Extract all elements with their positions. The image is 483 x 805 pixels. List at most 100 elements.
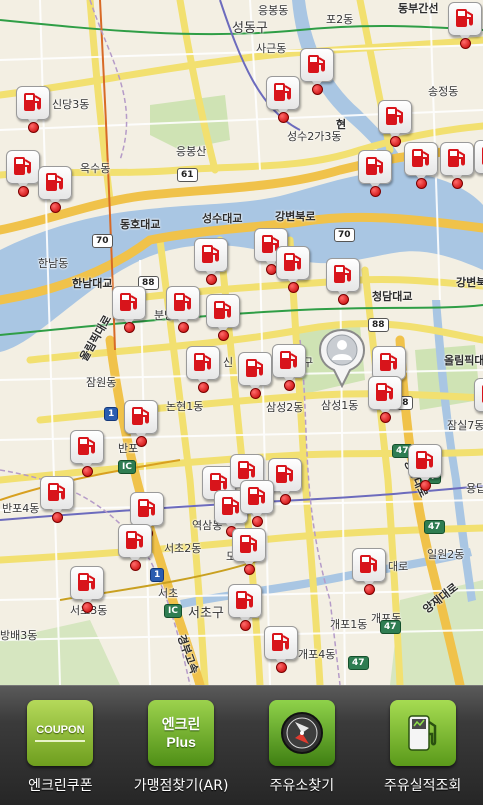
pin-location-dot: [280, 494, 291, 505]
pin-location-dot: [50, 202, 61, 213]
gas-station-pin[interactable]: [166, 286, 200, 333]
fuel-pump-icon: [284, 253, 301, 271]
coupon-icon: COUPON: [27, 700, 94, 766]
gas-station-pin[interactable]: [352, 548, 386, 595]
fuel-pump-icon: [274, 83, 291, 101]
fuel-pump-icon: [46, 173, 63, 191]
gas-station-pin[interactable]: [266, 76, 300, 123]
map-label-hannam: 한남동: [38, 257, 69, 270]
fuel-pump-icon: [174, 293, 191, 311]
store-finder-ar-button[interactable]: 엔크린 Plus 가맹점찾기(AR): [122, 686, 240, 795]
map-label-songjeong: 송정동: [428, 85, 459, 98]
gas-station-pin[interactable]: [232, 528, 266, 575]
fuel-pump-icon: [194, 353, 211, 371]
gas-station-pin[interactable]: [276, 246, 310, 293]
map-label-dongho: 동호대교: [120, 218, 161, 231]
gas-station-pin[interactable]: [440, 142, 474, 189]
fuel-pump-icon: [132, 407, 149, 425]
map-label-gangbyeon-e: 강변북: [456, 276, 483, 289]
gas-station-pin[interactable]: [300, 48, 334, 95]
pin-location-dot: [312, 84, 323, 95]
gas-station-pin[interactable]: [228, 584, 262, 631]
map-label-nonhyeon1: 논현1동: [166, 400, 204, 413]
gas-station-pin[interactable]: [264, 626, 298, 673]
gas-station-pin[interactable]: [194, 238, 228, 285]
map-view[interactable]: 성동구 포2동 사근동 송정동 신당3동 응봉산 성수2가3동 현 옥수동 동호…: [0, 0, 483, 685]
map-label-gaepo1: 개포1동: [330, 618, 368, 631]
gas-station-pin[interactable]: [448, 2, 482, 49]
fuel-pump-icon: [24, 93, 41, 111]
fuel-pump-icon: [276, 465, 293, 483]
gas-station-pin[interactable]: [408, 444, 442, 491]
map-label-gaepo4: 개포4동: [298, 648, 336, 661]
map-label-seocho: 서초: [158, 587, 179, 600]
pin-location-dot: [364, 584, 375, 595]
map-label-seochogu: 서초구: [188, 606, 224, 621]
route-shield: IC: [118, 460, 136, 474]
map-label-sageun: 사근동: [256, 42, 287, 55]
gas-station-pin[interactable]: [326, 258, 360, 305]
map-label-eungdap: 포2동: [326, 13, 354, 26]
gas-station-pin[interactable]: [474, 140, 483, 184]
pin-location-dot: [370, 186, 381, 197]
map-label-daero: 동부간선: [398, 2, 439, 15]
pin-location-dot: [218, 330, 229, 341]
fuel-pump-icon: [416, 451, 433, 469]
pin-location-dot: [420, 480, 431, 491]
gas-station-pin[interactable]: [368, 376, 402, 423]
pin-location-dot: [250, 388, 261, 399]
fuel-pump-icon: [214, 301, 231, 319]
pin-location-dot: [130, 560, 141, 571]
pin-location-dot: [380, 412, 391, 423]
gas-station-pin[interactable]: [186, 346, 220, 393]
gas-station-pin[interactable]: [70, 566, 104, 613]
gas-station-pin[interactable]: [474, 378, 483, 422]
gas-station-pin[interactable]: [238, 352, 272, 399]
gas-station-finder-button[interactable]: 주유소찾기: [243, 686, 361, 795]
fuel-pump-icon: [272, 633, 289, 651]
pin-location-dot: [278, 112, 289, 123]
pin-location-dot: [124, 322, 135, 333]
gas-station-pin[interactable]: [38, 166, 72, 213]
gas-station-pin[interactable]: [124, 400, 158, 447]
pin-location-dot: [460, 38, 471, 49]
gas-station-pin[interactable]: [378, 100, 412, 147]
gas-station-pin[interactable]: [112, 286, 146, 333]
gas-station-pin[interactable]: [206, 294, 240, 341]
fuel-pump-icon: [308, 55, 325, 73]
gas-station-pin[interactable]: [358, 150, 392, 197]
fuel-pump-icon: [14, 157, 31, 175]
gas-station-pin[interactable]: [40, 476, 74, 523]
fuel-pump-icon: [78, 573, 95, 591]
fuel-record-label: 주유실적조회: [383, 778, 462, 794]
map-label-po2: 대로: [388, 560, 409, 573]
pin-location-dot: [198, 382, 209, 393]
fuel-pump-icon: [412, 149, 429, 167]
user-location-pin[interactable]: [318, 328, 366, 389]
coupon-button[interactable]: COUPON 엔크린쿠폰: [1, 686, 119, 795]
gas-station-pin[interactable]: [404, 142, 438, 189]
fuel-pump-icon: [238, 461, 255, 479]
route-shield: 61: [177, 168, 198, 182]
fuel-pump-icon: [248, 487, 265, 505]
pin-location-dot: [244, 564, 255, 575]
gas-station-pin[interactable]: [118, 524, 152, 571]
map-label-samseong1: 삼성1동: [321, 399, 359, 412]
gas-station-pin[interactable]: [16, 86, 50, 133]
gas-station-pin[interactable]: [240, 480, 274, 527]
gas-station-pin[interactable]: [70, 430, 104, 477]
route-shield: 88: [368, 318, 389, 332]
map-label-bangbae3: 방배3동: [0, 629, 38, 642]
pin-location-dot: [178, 322, 189, 333]
gas-station-pin[interactable]: [6, 150, 40, 197]
bottom-toolbar: COUPON 엔크린쿠폰 엔크린 Plus 가맹점찾기(AR) 주유소찾기 주유…: [0, 685, 483, 805]
fuel-pump-icon: [246, 359, 263, 377]
fuel-pump-icon: [482, 385, 483, 403]
pin-location-dot: [390, 136, 401, 147]
fuel-record-button[interactable]: 주유실적조회: [364, 686, 482, 795]
fuel-pump-icon: [78, 437, 95, 455]
map-label-ilwon2: 일원2동: [427, 548, 465, 561]
gas-station-pin[interactable]: [272, 344, 306, 391]
map-label-seongsu-bridge: 성수대교: [202, 212, 243, 225]
map-label-hyeon: 신: [223, 356, 234, 369]
